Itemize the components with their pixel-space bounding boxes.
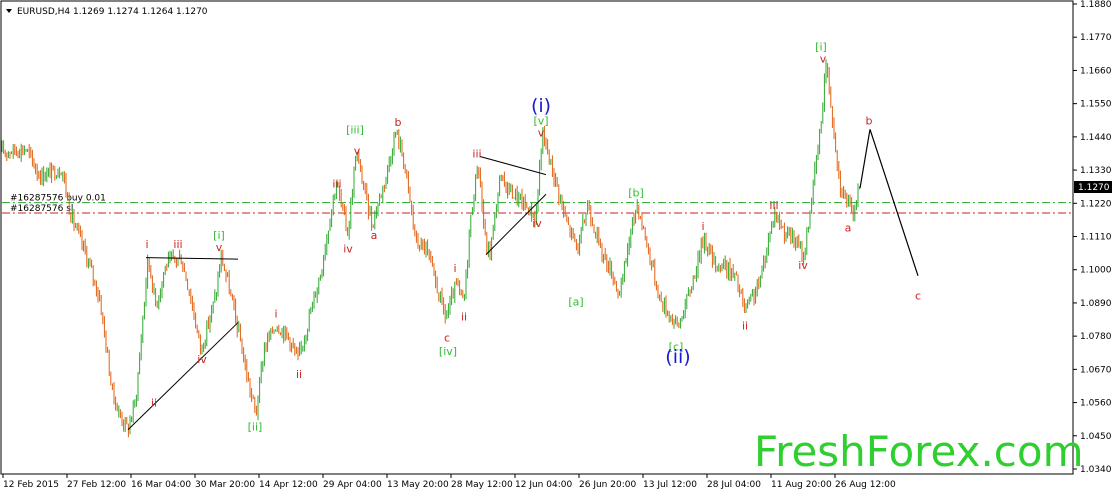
wave-label: b <box>866 114 873 127</box>
x-tick-label: 28 May 12:00 <box>451 480 513 490</box>
wave-label: v <box>820 52 827 65</box>
wave-label: ii <box>461 311 467 324</box>
y-tick-label: 1.0560 <box>1080 399 1112 409</box>
y-tick-label: 1.1770 <box>1080 33 1112 43</box>
x-tick-label: 14 Apr 12:00 <box>259 480 318 490</box>
wave-label: (ii) <box>665 346 690 368</box>
wave-label: iii <box>472 147 481 160</box>
x-tick-label: 26 Aug 12:00 <box>835 480 896 490</box>
x-tick-label: 30 Mar 20:00 <box>195 480 255 490</box>
wave-label: i <box>453 262 456 275</box>
x-tick-label: 16 Mar 04:00 <box>131 480 191 490</box>
wave-label: iv <box>343 243 353 256</box>
wave-label: i <box>701 220 704 233</box>
y-tick-label: 1.1330 <box>1080 166 1112 176</box>
wave-label: i <box>274 307 277 320</box>
wave-label: [a] <box>568 295 583 308</box>
wave-label: a <box>371 229 378 242</box>
y-tick-label: 1.1550 <box>1080 100 1112 110</box>
x-tick-label: 11 Aug 20:00 <box>771 480 832 490</box>
wave-label: a <box>845 221 852 234</box>
wave-label: ii <box>296 368 302 381</box>
wave-label: c <box>444 332 450 345</box>
wave-label: ii <box>742 320 748 333</box>
y-tick-label: 1.0450 <box>1080 432 1112 442</box>
wave-label: [i] <box>815 40 827 53</box>
y-tick-label: 1.1000 <box>1080 266 1112 276</box>
wave-label: ii <box>151 397 157 410</box>
x-tick-label: 26 Jun 20:00 <box>579 480 636 490</box>
y-tick-label: 1.0670 <box>1080 365 1112 375</box>
watermark: FreshForex.com <box>754 427 1084 476</box>
wave-label: iv <box>798 259 808 272</box>
wave-label: [iii] <box>346 123 364 136</box>
wave-label: iv <box>197 353 207 366</box>
y-tick-label: 1.1440 <box>1080 133 1112 143</box>
x-tick-label: 13 May 20:00 <box>387 480 449 490</box>
wave-label: v <box>354 144 361 157</box>
wave-label: iii <box>332 178 341 191</box>
wave-label: [iv] <box>439 345 457 358</box>
wave-label: iii <box>173 238 182 251</box>
wave-label: b <box>395 116 402 129</box>
y-tick-label: 1.1110 <box>1080 233 1112 243</box>
wave-label: c <box>915 289 921 302</box>
wave-label: [ii] <box>248 421 263 434</box>
wave-label: [b] <box>628 187 644 200</box>
current-price-marker: 1.1270 <box>1074 181 1112 193</box>
x-tick-label: 12 Feb 2015 <box>3 480 59 490</box>
y-tick-label: 1.1660 <box>1080 66 1112 76</box>
wave-label: v <box>538 126 545 139</box>
y-tick-label: 1.1220 <box>1080 199 1112 209</box>
header-symbol-text: EURUSD,H4 1.1269 1.1274 1.1264 1.1270 <box>17 7 208 17</box>
x-tick-label: 29 Apr 04:00 <box>323 480 382 490</box>
symbol-header: EURUSD,H4 1.1269 1.1274 1.1264 1.1270 <box>6 7 208 17</box>
wave-label: [i] <box>213 229 225 242</box>
x-tick-label: 12 Jun 04:00 <box>515 480 572 490</box>
wave-label: v <box>216 241 223 254</box>
wave-label: iv <box>532 217 542 230</box>
order-line-label: #16287576 sl <box>10 204 73 214</box>
price-chart[interactable]: #16287576 buy 0.01#16287576 sl iiiiiiivv… <box>0 0 1114 492</box>
order-line-label: #16287576 buy 0.01 <box>10 194 106 204</box>
x-tick-label: 27 Feb 12:00 <box>67 480 126 490</box>
wave-label: iii <box>769 199 778 212</box>
y-tick-label: 1.0890 <box>1080 299 1112 309</box>
current-price-value: 1.1270 <box>1078 183 1110 193</box>
y-tick-label: 1.0780 <box>1080 332 1112 342</box>
y-tick-label: 1.1880 <box>1080 0 1112 10</box>
x-tick-label: 28 Jul 04:00 <box>707 480 761 490</box>
chart-background <box>0 0 1114 492</box>
x-tick-label: 13 Jul 12:00 <box>643 480 697 490</box>
wave-label: i <box>145 238 148 251</box>
wave-label: (i) <box>531 95 551 117</box>
y-tick-label: 1.0340 <box>1080 465 1112 475</box>
